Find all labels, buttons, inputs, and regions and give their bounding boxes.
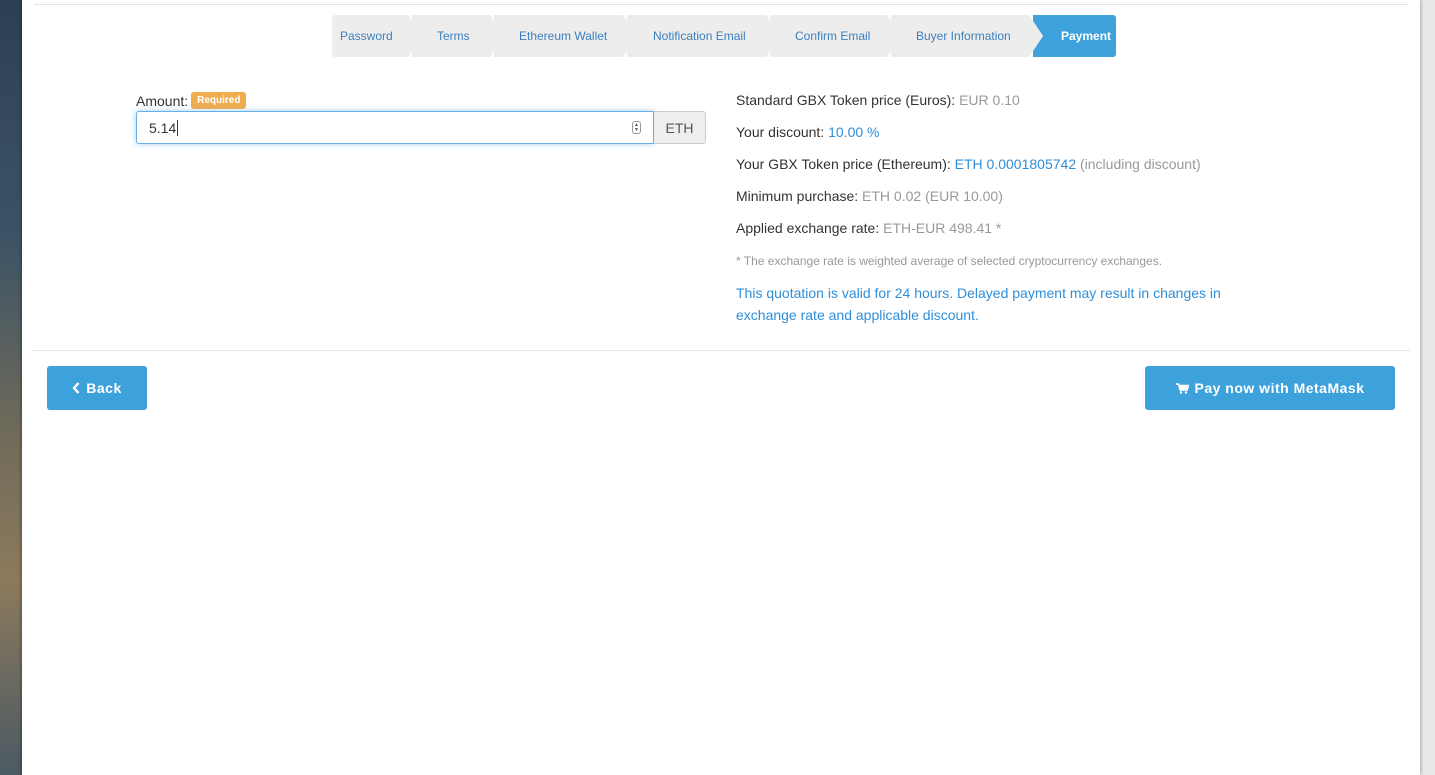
step-ethereum-wallet[interactable]: Ethereum Wallet bbox=[490, 15, 637, 57]
text-caret bbox=[177, 119, 179, 136]
step-terms[interactable]: Terms bbox=[408, 15, 504, 57]
eth-price-row: Your GBX Token price (Ethereum): ETH 0.0… bbox=[736, 156, 1201, 172]
standard-price-row: Standard GBX Token price (Euros): EUR 0.… bbox=[736, 92, 1020, 108]
standard-price-value: EUR 0.10 bbox=[959, 92, 1020, 108]
step-label: Terms bbox=[437, 29, 470, 43]
top-divider bbox=[34, 4, 1408, 5]
pay-metamask-button[interactable]: Pay now with MetaMask bbox=[1145, 366, 1395, 410]
step-confirm-email[interactable]: Confirm Email bbox=[766, 15, 901, 57]
exchange-rate-value: ETH-EUR 498.41 * bbox=[883, 220, 1002, 236]
step-buyer-information[interactable]: Buyer Information bbox=[887, 15, 1043, 57]
step-notification-email[interactable]: Notification Email bbox=[623, 15, 780, 57]
shopping-cart-icon bbox=[1175, 382, 1189, 394]
step-label: Confirm Email bbox=[795, 29, 871, 43]
min-purchase-row: Minimum purchase: ETH 0.02 (EUR 10.00) bbox=[736, 188, 1003, 204]
discount-row: Your discount: 10.00 % bbox=[736, 124, 880, 140]
min-purchase-eur: (EUR 10.00) bbox=[925, 188, 1003, 204]
step-label: Buyer Information bbox=[916, 29, 1011, 43]
required-badge: Required bbox=[191, 92, 247, 109]
price-info: Standard GBX Token price (Euros): EUR 0.… bbox=[736, 90, 1276, 326]
step-label: Payment bbox=[1061, 29, 1112, 43]
amount-label-text: Amount: bbox=[136, 92, 189, 109]
quotation-notice: This quotation is valid for 24 hours. De… bbox=[736, 285, 1221, 323]
exchange-rate-footnote: * The exchange rate is weighted average … bbox=[736, 254, 1163, 268]
discount-value: 10.00 % bbox=[828, 124, 880, 140]
back-button[interactable]: Back bbox=[47, 366, 147, 410]
currency-addon: ETH bbox=[654, 111, 706, 144]
pay-button-label: Pay now with MetaMask bbox=[1194, 380, 1365, 396]
step-payment[interactable]: Payment bbox=[1029, 15, 1116, 57]
amount-input[interactable]: 5.14 ▲ ▼ bbox=[136, 111, 654, 144]
eth-price-note: (including discount) bbox=[1080, 156, 1201, 172]
step-password[interactable]: Password bbox=[332, 15, 422, 57]
chevron-left-icon bbox=[72, 382, 80, 394]
step-label: Notification Email bbox=[653, 29, 746, 43]
number-spinner-icon[interactable]: ▲ ▼ bbox=[632, 121, 641, 134]
amount-label: Amount: Required bbox=[136, 92, 247, 109]
actions-divider bbox=[32, 350, 1410, 351]
background-right-strip bbox=[1420, 0, 1435, 775]
back-button-label: Back bbox=[86, 380, 122, 396]
eth-price-value: ETH 0.0001805742 bbox=[954, 156, 1077, 172]
step-label: Ethereum Wallet bbox=[519, 29, 608, 43]
wizard-steps: Password Terms Ethereum Wallet Notificat… bbox=[332, 15, 1116, 57]
background-desktop-strip bbox=[0, 0, 22, 775]
exchange-rate-row: Applied exchange rate: ETH-EUR 498.41 * bbox=[736, 220, 1002, 236]
amount-input-group: 5.14 ▲ ▼ ETH bbox=[136, 111, 706, 144]
payment-panel: Password Terms Ethereum Wallet Notificat… bbox=[22, 0, 1420, 775]
amount-value: 5.14 bbox=[149, 119, 177, 136]
min-purchase-value: ETH 0.02 bbox=[862, 188, 922, 204]
step-label: Password bbox=[340, 29, 393, 43]
